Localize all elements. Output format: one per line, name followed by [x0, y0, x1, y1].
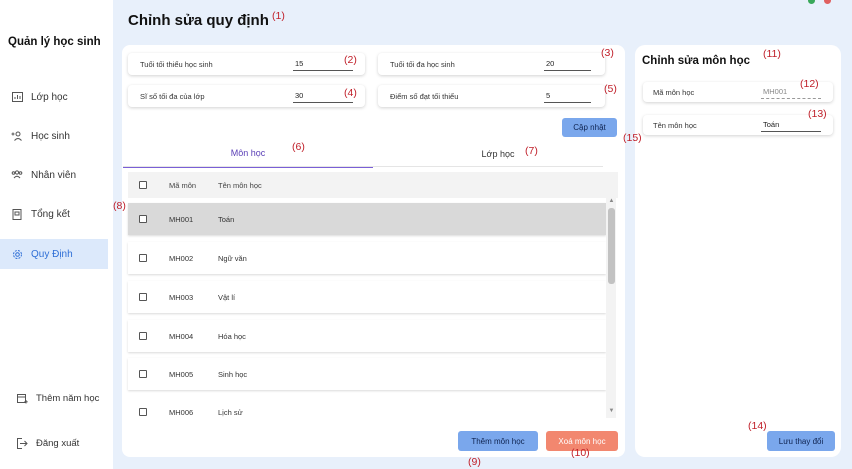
row-checkbox[interactable]	[139, 254, 147, 262]
update-button[interactable]: Cập nhật	[562, 118, 617, 137]
row-checkbox[interactable]	[139, 215, 147, 223]
row-name: Toán	[218, 215, 235, 224]
table-row[interactable]: MH005 Sinh học	[128, 358, 606, 390]
window-dot-green[interactable]	[808, 0, 815, 4]
row-checkbox[interactable]	[139, 332, 147, 340]
row-checkbox[interactable]	[139, 408, 147, 416]
callout-13: (13)	[808, 108, 827, 120]
row-code: MH004	[169, 332, 194, 341]
add-school-year-button[interactable]: Thêm năm học	[0, 383, 108, 413]
subject-code-label: Mã môn học	[653, 88, 695, 97]
logout-button[interactable]: Đăng xuất	[0, 428, 108, 458]
callout-1: (1)	[272, 10, 285, 22]
row-code: MH003	[169, 293, 194, 302]
max-class-size-field: Sĩ số tối đa của lớp 30	[128, 85, 365, 107]
callout-4: (4)	[344, 87, 357, 99]
row-code: MH002	[169, 254, 194, 263]
max-age-input[interactable]: 20	[544, 58, 591, 71]
window-dot-red[interactable]	[824, 0, 831, 4]
max-age-field: Tuổi tối đa học sinh 20	[378, 53, 605, 75]
subject-editor-title: Chỉnh sửa môn học	[642, 55, 750, 67]
min-age-label: Tuổi tối thiểu học sinh	[140, 60, 213, 69]
sidebar-item-quy-dinh[interactable]: Quy Định	[0, 239, 108, 269]
row-name: Vật lí	[218, 293, 236, 302]
logout-label: Đăng xuất	[36, 437, 80, 449]
callout-15: (15)	[623, 132, 642, 144]
add-user-icon	[11, 130, 23, 142]
calendar-add-icon	[16, 392, 28, 404]
row-name: Hóa học	[218, 332, 246, 341]
tab-lop-hoc[interactable]: Lớp học	[373, 140, 623, 168]
sidebar-item-label: Quy Định	[31, 248, 73, 260]
column-header-code: Mã môn	[169, 181, 197, 190]
row-checkbox[interactable]	[139, 370, 147, 378]
sidebar-item-label: Nhân viên	[31, 169, 77, 181]
min-pass-score-input[interactable]: 5	[544, 90, 591, 103]
table-row[interactable]: MH001 Toán	[128, 203, 606, 235]
row-checkbox[interactable]	[139, 293, 147, 301]
callout-12: (12)	[800, 78, 819, 90]
page-title: Chỉnh sửa quy định	[128, 12, 269, 29]
subject-name-input[interactable]: Toán	[761, 119, 821, 132]
sidebar-item-tong-ket[interactable]: Tổng kết	[0, 199, 108, 229]
gear-icon	[11, 248, 23, 260]
callout-10: (10)	[571, 447, 590, 459]
table-header: Mã môn Tên môn học	[128, 172, 618, 198]
app-title: Quản lý học sinh	[8, 36, 101, 48]
table-row[interactable]: MH006 Lịch sử	[128, 397, 606, 423]
min-pass-score-label: Điểm số đạt tối thiểu	[390, 92, 459, 101]
sidebar-item-label: Học sinh	[31, 130, 70, 142]
sidebar: Quản lý học sinh Lớp học Học sinh Nhân v…	[0, 0, 113, 469]
callout-2: (2)	[344, 54, 357, 66]
callout-6: (6)	[292, 141, 305, 153]
sidebar-item-nhan-vien[interactable]: Nhân viên	[0, 160, 108, 190]
chart-icon	[11, 91, 23, 103]
row-name: Sinh học	[218, 370, 248, 379]
add-school-year-label: Thêm năm học	[36, 392, 100, 404]
table-row[interactable]: MH004 Hóa học	[128, 320, 606, 352]
row-code: MH001	[169, 215, 194, 224]
subject-editor-panel	[635, 45, 841, 457]
document-icon	[11, 208, 23, 220]
min-age-field: Tuổi tối thiểu học sinh 15	[128, 53, 365, 75]
subject-name-field: Tên môn học Toán	[643, 115, 833, 135]
select-all-checkbox[interactable]	[139, 181, 147, 189]
callout-5: (5)	[604, 83, 617, 95]
sidebar-item-label: Lớp học	[31, 91, 68, 103]
tab-divider	[123, 166, 603, 167]
callout-11: (11)	[763, 48, 781, 60]
scroll-up-icon[interactable]: ▲	[607, 198, 616, 204]
row-name: Ngữ văn	[218, 254, 247, 263]
sidebar-item-label: Tổng kết	[31, 208, 70, 220]
sidebar-item-lop-hoc[interactable]: Lớp học	[0, 82, 108, 112]
max-class-size-label: Sĩ số tối đa của lớp	[140, 92, 205, 101]
logout-icon	[16, 437, 28, 449]
tab-mon-hoc[interactable]: Môn học	[123, 140, 373, 168]
callout-3: (3)	[601, 47, 614, 59]
row-code: MH005	[169, 370, 194, 379]
scroll-down-icon[interactable]: ▼	[607, 408, 616, 414]
callout-7: (7)	[525, 145, 538, 157]
callout-9: (9)	[468, 456, 481, 468]
users-icon	[11, 169, 23, 181]
table-row[interactable]: MH002 Ngữ văn	[128, 242, 606, 274]
column-header-name: Tên môn học	[218, 181, 262, 190]
subject-name-label: Tên môn học	[653, 121, 697, 130]
max-age-label: Tuổi tối đa học sinh	[390, 60, 455, 69]
sidebar-item-hoc-sinh[interactable]: Học sinh	[0, 121, 108, 151]
add-subject-button[interactable]: Thêm môn học	[458, 431, 538, 451]
callout-14: (14)	[748, 420, 767, 432]
row-code: MH006	[169, 408, 194, 417]
callout-8: (8)	[113, 200, 126, 212]
min-pass-score-field: Điểm số đạt tối thiểu 5	[378, 85, 605, 107]
save-changes-button[interactable]: Lưu thay đổi	[767, 431, 835, 451]
table-row[interactable]: MH003 Vật lí	[128, 281, 606, 313]
scrollbar-thumb[interactable]	[608, 208, 615, 284]
row-name: Lịch sử	[218, 408, 243, 417]
